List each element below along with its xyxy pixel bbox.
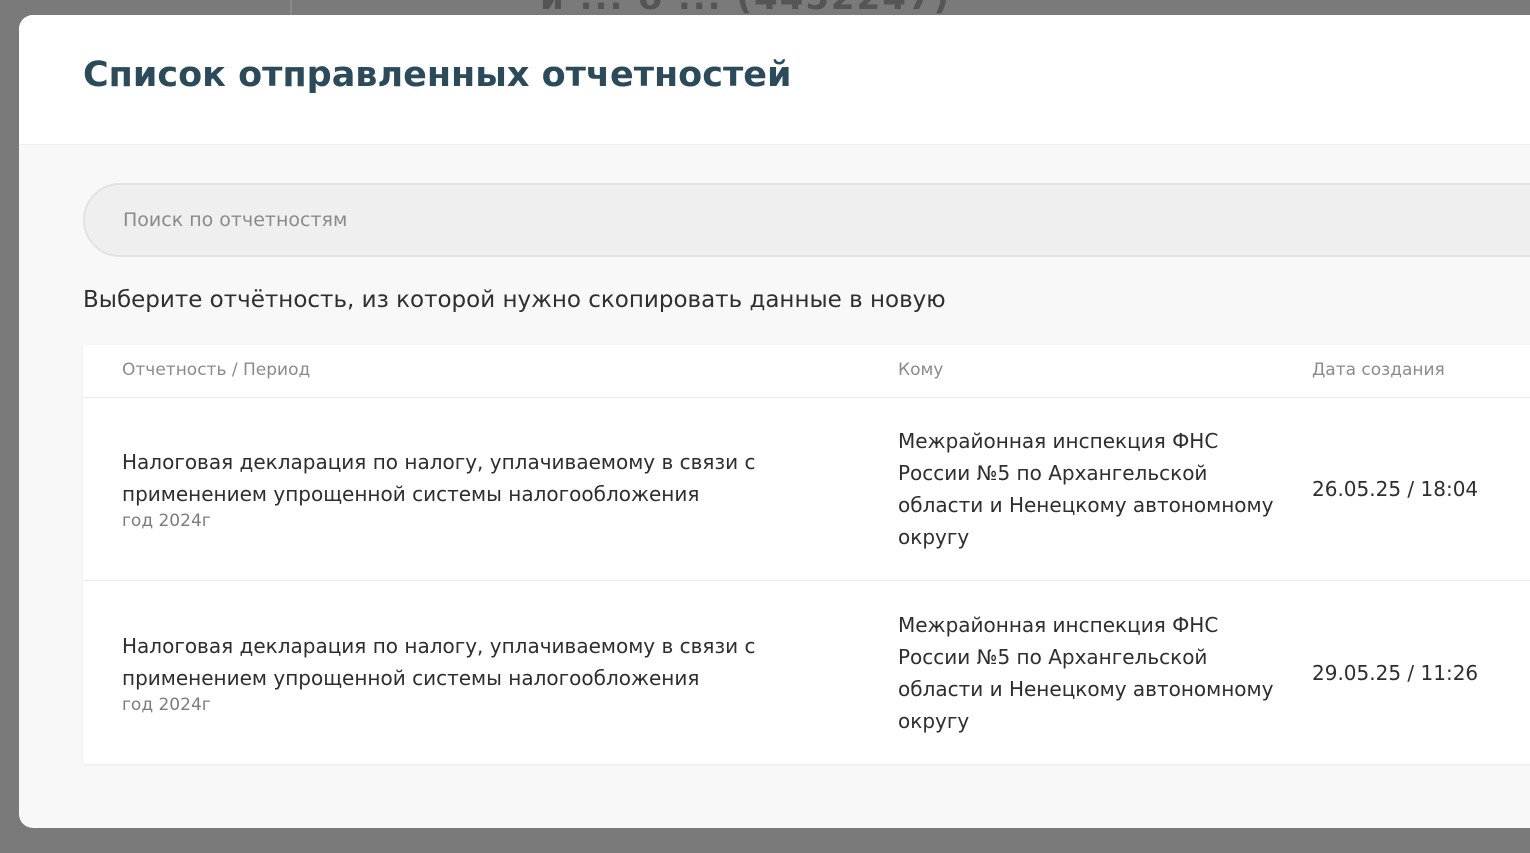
created-date-cell: 29.05.25 / 11:26: [1312, 660, 1479, 685]
recipient-cell: Межрайонная инспекция ФНС России №5 по А…: [898, 429, 1274, 549]
modal-header: Список отправленных отчетностей: [19, 15, 1530, 145]
instruction-text: Выберите отчётность, из которой нужно ск…: [83, 287, 946, 313]
report-name: Налоговая декларация по налогу, уплачива…: [122, 633, 756, 690]
report-name: Налоговая декларация по налогу, уплачива…: [122, 450, 756, 506]
sent-reports-modal: Список отправленных отчетностей Выберите…: [19, 15, 1530, 828]
report-cell: Налоговая декларация по налогу, уплачива…: [122, 446, 842, 532]
recipient-cell: Межрайонная инспекция ФНС России №5 по А…: [898, 612, 1274, 733]
report-cell: Налоговая декларация по налогу, уплачива…: [122, 630, 842, 716]
table-header: Отчетность / Период Кому Дата создания: [83, 345, 1530, 398]
column-header-to: Кому: [898, 360, 944, 380]
report-period: год 2024г: [122, 511, 211, 531]
reports-table: Отчетность / Период Кому Дата создания Н…: [83, 345, 1530, 764]
report-period: год 2024г: [122, 694, 211, 715]
search-input[interactable]: [83, 183, 1530, 257]
modal-title: Список отправленных отчетностей: [83, 55, 792, 95]
created-date-cell: 26.05.25 / 18:04: [1312, 477, 1479, 501]
column-header-report: Отчетность / Период: [122, 360, 311, 380]
table-row[interactable]: Налоговая декларация по налогу, уплачива…: [83, 581, 1530, 764]
background-sidebar-divider: [290, 0, 292, 16]
table-row[interactable]: Налоговая декларация по налогу, уплачива…: [83, 398, 1530, 581]
column-header-date: Дата создания: [1312, 360, 1445, 380]
